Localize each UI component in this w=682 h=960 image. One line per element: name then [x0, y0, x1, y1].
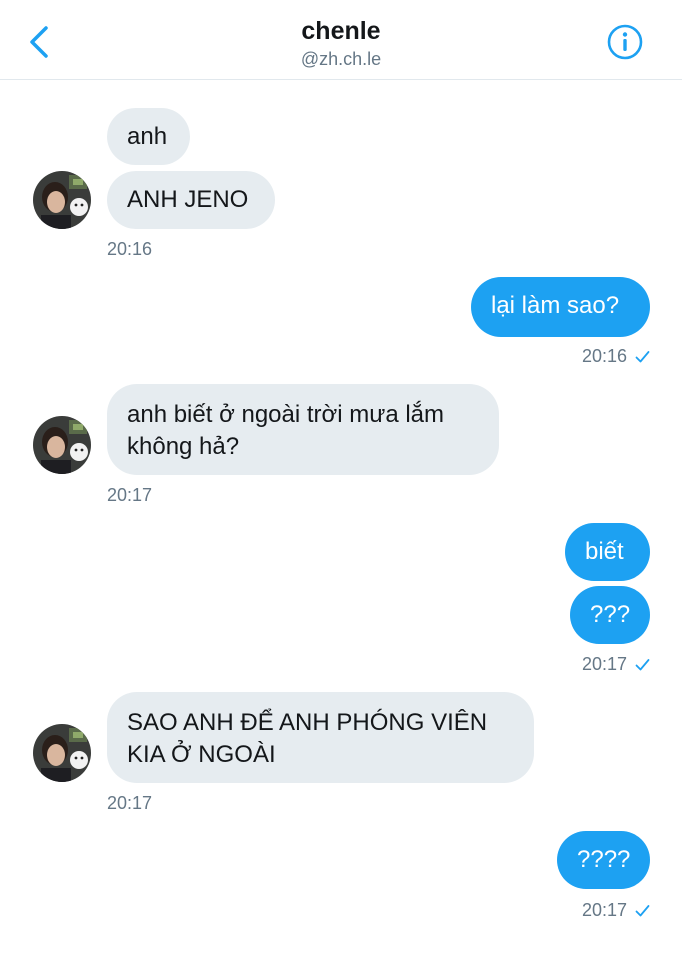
- message-text: ????: [577, 846, 631, 873]
- message-text-line: SAO ANH ĐỂ ANH PHÓNG VIÊN: [127, 709, 488, 736]
- message-text-line: không hả?: [127, 433, 240, 460]
- message-text: biết: [585, 538, 624, 565]
- sent-check-icon: [635, 351, 650, 363]
- avatar[interactable]: [33, 724, 91, 782]
- sent-check-icon: [635, 905, 650, 917]
- message-bubble-incoming[interactable]: ANH JENO: [107, 171, 275, 229]
- conversation-handle: @zh.ch.le: [300, 49, 382, 69]
- conversation-header: chenle @zh.ch.le: [0, 0, 682, 80]
- message-timestamp: 20:16: [581, 346, 627, 366]
- message-bubble-outgoing[interactable]: ???: [570, 586, 650, 644]
- message-text: lại làm sao?: [491, 292, 620, 319]
- message-text-line: anh biết ở ngoài trời mưa lắm: [127, 401, 445, 428]
- message-timestamp: 20:17: [107, 793, 153, 813]
- message-text-line: KIA Ở NGOÀI: [127, 741, 276, 768]
- info-circle-icon: [607, 24, 643, 60]
- conversation-title[interactable]: chenle: [0, 16, 682, 46]
- message-text: anh: [127, 123, 168, 150]
- message-timestamp: 20:17: [581, 900, 627, 920]
- message-bubble-incoming[interactable]: SAO ANH ĐỂ ANH PHÓNG VIÊN KIA Ở NGOÀI: [107, 692, 534, 783]
- message-timestamp-row: 20:16: [520, 345, 650, 367]
- sent-check-icon: [635, 659, 650, 671]
- profile-photo: [33, 724, 91, 782]
- message-timestamp: 20:17: [581, 654, 627, 674]
- avatar[interactable]: [33, 171, 91, 229]
- profile-photo: [33, 416, 91, 474]
- message-bubble-incoming[interactable]: anh: [107, 108, 190, 165]
- avatar[interactable]: [33, 416, 91, 474]
- message-bubble-outgoing[interactable]: biết: [565, 523, 650, 581]
- message-timestamp: 20:16: [107, 239, 153, 259]
- info-button[interactable]: [605, 22, 645, 62]
- profile-photo: [33, 171, 91, 229]
- message-bubble-incoming[interactable]: anh biết ở ngoài trời mưa lắm không hả?: [107, 384, 499, 475]
- message-bubble-outgoing[interactable]: lại làm sao?: [471, 277, 650, 337]
- message-timestamp-row: 20:17: [520, 653, 650, 675]
- message-text: ???: [590, 601, 631, 628]
- message-text: ANH JENO: [127, 186, 249, 213]
- message-timestamp: 20:17: [107, 485, 153, 505]
- message-timestamp-row: 20:17: [520, 899, 650, 921]
- message-bubble-outgoing[interactable]: ????: [557, 831, 650, 889]
